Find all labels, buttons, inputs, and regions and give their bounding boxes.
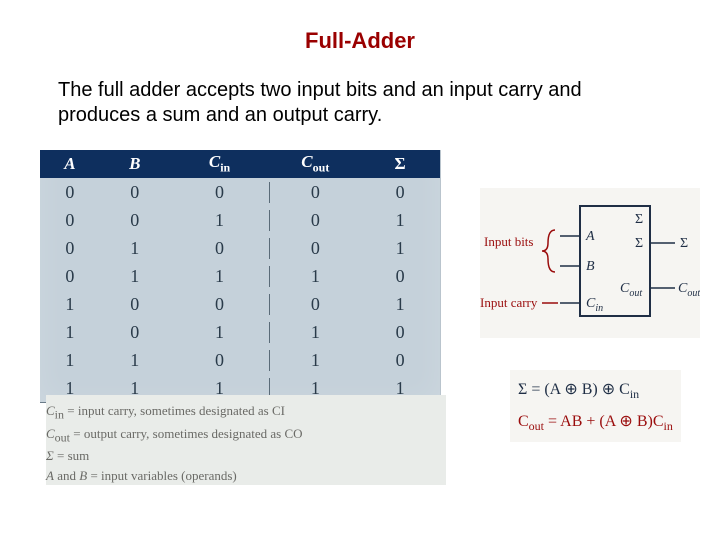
legend-and-text: and — [54, 468, 79, 483]
col-header-b: B — [100, 154, 170, 174]
table-cell: 0 — [170, 182, 270, 203]
table-cell: 0 — [100, 294, 170, 315]
table-cell: 0 — [100, 182, 170, 203]
legend-line-cout: Cout = output carry, sometimes designate… — [46, 424, 446, 447]
pin-cout-out-label: Cout — [678, 281, 700, 299]
input-carry-label: Input carry — [480, 295, 538, 310]
slide: Full-Adder The full adder accepts two in… — [0, 0, 720, 540]
table-cell: 1 — [269, 322, 360, 343]
equation-cout: Cout = AB + (A ⊕ B)Cin — [518, 406, 673, 438]
table-cell: 1 — [100, 266, 170, 287]
table-row: 10001 — [40, 290, 440, 318]
equations-block: Σ = (A ⊕ B) ⊕ Cin Cout = AB + (A ⊕ B)Cin — [510, 370, 681, 442]
table-cell: 1 — [360, 294, 440, 315]
table-cell: 1 — [269, 266, 360, 287]
col-header-sum: Σ — [360, 154, 440, 174]
legend-cin-sym: C — [46, 403, 55, 418]
eq-cout-rest: = AB + (A ⊕ B)C — [544, 413, 663, 430]
col-header-cout-sym: C — [301, 152, 312, 171]
table-row: 10110 — [40, 318, 440, 346]
table-row: 00101 — [40, 206, 440, 234]
legend-cout-sym: C — [46, 426, 55, 441]
table-cell: 0 — [40, 210, 100, 231]
table-cell: 0 — [170, 350, 270, 371]
table-row: 11010 — [40, 346, 440, 374]
col-header-cin-sub: in — [220, 161, 230, 175]
legend-cout-text: = output carry, sometimes designated as … — [70, 426, 303, 441]
truth-table-body: 0000000101010010111010001101101101011111 — [40, 178, 440, 403]
sigma-label: Σ — [635, 212, 643, 227]
brace-input-bits — [542, 230, 555, 272]
table-cell: 0 — [40, 182, 100, 203]
table-cell: 0 — [40, 266, 100, 287]
pin-sum-label: Σ — [635, 236, 643, 251]
col-header-cout: Cout — [269, 152, 360, 175]
legend-line-ab: A and B = input variables (operands) — [46, 466, 446, 486]
table-cell: 0 — [269, 238, 360, 259]
legend-cin-sub: in — [55, 408, 64, 422]
table-cell: 1 — [100, 238, 170, 259]
table-cell: 1 — [40, 322, 100, 343]
table-cell: 1 — [100, 350, 170, 371]
input-bits-label: Input bits — [484, 234, 533, 249]
truth-table-header: A B Cin Cout Σ — [40, 150, 440, 178]
table-cell: 1 — [40, 294, 100, 315]
table-cell: 0 — [100, 322, 170, 343]
truth-table: A B Cin Cout Σ 0000000101010010111010001… — [40, 150, 441, 403]
table-cell: 0 — [269, 210, 360, 231]
table-row: 00000 — [40, 178, 440, 206]
eq-sum-sub: in — [630, 387, 639, 401]
page-title: Full-Adder — [0, 28, 720, 54]
table-cell: 0 — [360, 266, 440, 287]
eq-cout-sub2: in — [663, 419, 672, 433]
legend-line-cin: Cin = input carry, sometimes designated … — [46, 401, 446, 424]
col-header-a: A — [40, 154, 100, 174]
col-header-cout-sub: out — [313, 161, 330, 175]
eq-sum-text: Σ = (A ⊕ B) ⊕ C — [518, 381, 630, 398]
table-cell: 1 — [40, 350, 100, 371]
truth-table-legend: Cin = input carry, sometimes designated … — [46, 395, 446, 485]
diagram-svg: Σ A B Cin Σ Σ Cout Cout Input bits — [480, 188, 700, 338]
legend-sum-sym: Σ — [46, 448, 54, 463]
legend-cout-sub: out — [55, 430, 70, 444]
pin-a-label: A — [585, 229, 595, 244]
table-cell: 1 — [360, 238, 440, 259]
table-cell: 0 — [100, 210, 170, 231]
table-cell: 0 — [40, 238, 100, 259]
table-cell: 0 — [269, 182, 360, 203]
col-header-cin-sym: C — [209, 152, 220, 171]
table-cell: 0 — [170, 238, 270, 259]
equation-sum: Σ = (A ⊕ B) ⊕ Cin — [518, 374, 673, 406]
legend-b-sym: B — [79, 468, 87, 483]
pin-sum-out-label: Σ — [680, 236, 688, 251]
legend-ab-text: = input variables (operands) — [87, 468, 237, 483]
table-row: 01001 — [40, 234, 440, 262]
legend-a-sym: A — [46, 468, 54, 483]
table-cell: 0 — [269, 294, 360, 315]
table-cell: 1 — [360, 210, 440, 231]
table-cell: 1 — [170, 322, 270, 343]
eq-cout-c: C — [518, 413, 529, 430]
table-cell: 1 — [269, 350, 360, 371]
legend-sum-text: = sum — [54, 448, 90, 463]
legend-cin-text: = input carry, sometimes designated as C… — [64, 403, 285, 418]
table-row: 01110 — [40, 262, 440, 290]
col-header-cin: Cin — [170, 152, 270, 175]
table-cell: 1 — [170, 210, 270, 231]
eq-cout-sub: out — [529, 419, 544, 433]
table-cell: 0 — [360, 350, 440, 371]
table-cell: 0 — [360, 322, 440, 343]
table-cell: 0 — [170, 294, 270, 315]
pin-b-label: B — [586, 259, 595, 274]
table-cell: 1 — [170, 266, 270, 287]
full-adder-block-diagram: Σ A B Cin Σ Σ Cout Cout Input bits — [480, 188, 700, 338]
table-cell: 0 — [360, 182, 440, 203]
legend-line-sum: Σ = sum — [46, 446, 446, 466]
description-text: The full adder accepts two input bits an… — [58, 78, 662, 128]
